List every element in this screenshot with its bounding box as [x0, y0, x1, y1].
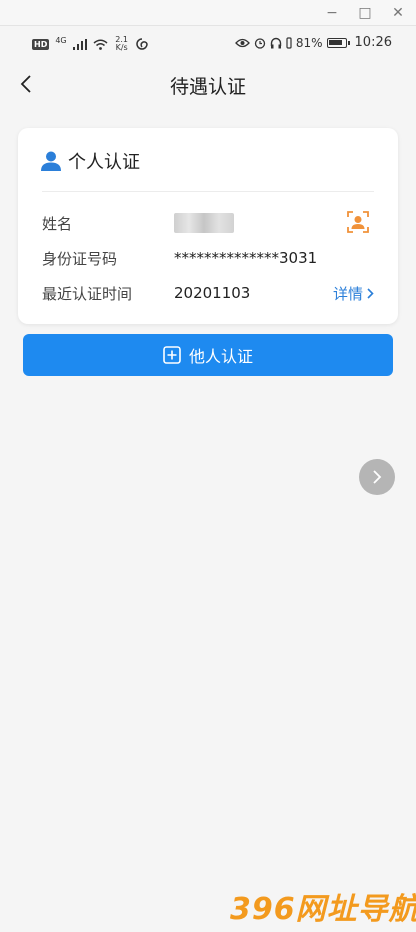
floating-next-button[interactable] [359, 459, 395, 495]
maximize-button[interactable]: □ [355, 3, 375, 23]
id-number-value: **************3031 [174, 249, 318, 267]
name-label: 姓名 [42, 214, 73, 233]
close-button[interactable]: ✕ [388, 3, 408, 23]
battery-icon [326, 37, 350, 48]
details-label: 详情 [332, 285, 363, 303]
last-verified-value: 20201103 [174, 284, 251, 302]
battery-percent: 81% [295, 35, 323, 50]
card-divider [42, 191, 374, 192]
swirl-icon [135, 38, 148, 50]
personal-verification-card: 个人认证 姓名 身份证号码 **************3031 最近认证时间 … [18, 128, 398, 324]
plus-square-icon [163, 346, 181, 364]
card-title: 个人认证 [68, 152, 140, 173]
name-value-blurred [174, 213, 234, 233]
status-bar: HD 4G 2.1 K/s 81% 10:26 [0, 26, 416, 60]
vibrate-icon [286, 36, 292, 49]
id-number-label: 身份证号码 [42, 249, 118, 268]
name-row: 姓名 [42, 211, 374, 235]
person-icon [41, 151, 61, 171]
id-number-row: 身份证号码 **************3031 [42, 246, 374, 270]
chevron-right-icon [373, 470, 382, 484]
verify-others-button[interactable]: 他人认证 [23, 334, 393, 376]
watermark: 396网址导航 [230, 892, 416, 927]
verify-others-label: 他人认证 [188, 347, 253, 366]
face-verify-button[interactable] [346, 210, 370, 234]
window-title-bar: − □ ✕ [0, 0, 416, 26]
eye-icon [234, 38, 250, 47]
alarm-icon [254, 37, 266, 49]
signal-icon [72, 38, 87, 50]
face-scan-icon [347, 211, 369, 233]
wifi-icon [93, 39, 108, 50]
clock: 10:26 [354, 35, 392, 50]
navigation-bar: 待遇认证 [0, 62, 416, 108]
page-title: 待遇认证 [169, 76, 246, 98]
network-type: 4G [55, 35, 67, 45]
last-verified-label: 最近认证时间 [42, 284, 133, 303]
minimize-button[interactable]: − [322, 3, 342, 23]
hd-badge: HD [32, 38, 50, 50]
chevron-right-icon [367, 288, 374, 299]
details-link[interactable]: 详情 [333, 283, 374, 304]
last-verified-row: 最近认证时间 20201103 详情 [42, 281, 374, 305]
network-speed: 2.1 K/s [115, 35, 128, 52]
card-header: 个人认证 [40, 148, 140, 174]
headphones-icon [270, 37, 282, 48]
